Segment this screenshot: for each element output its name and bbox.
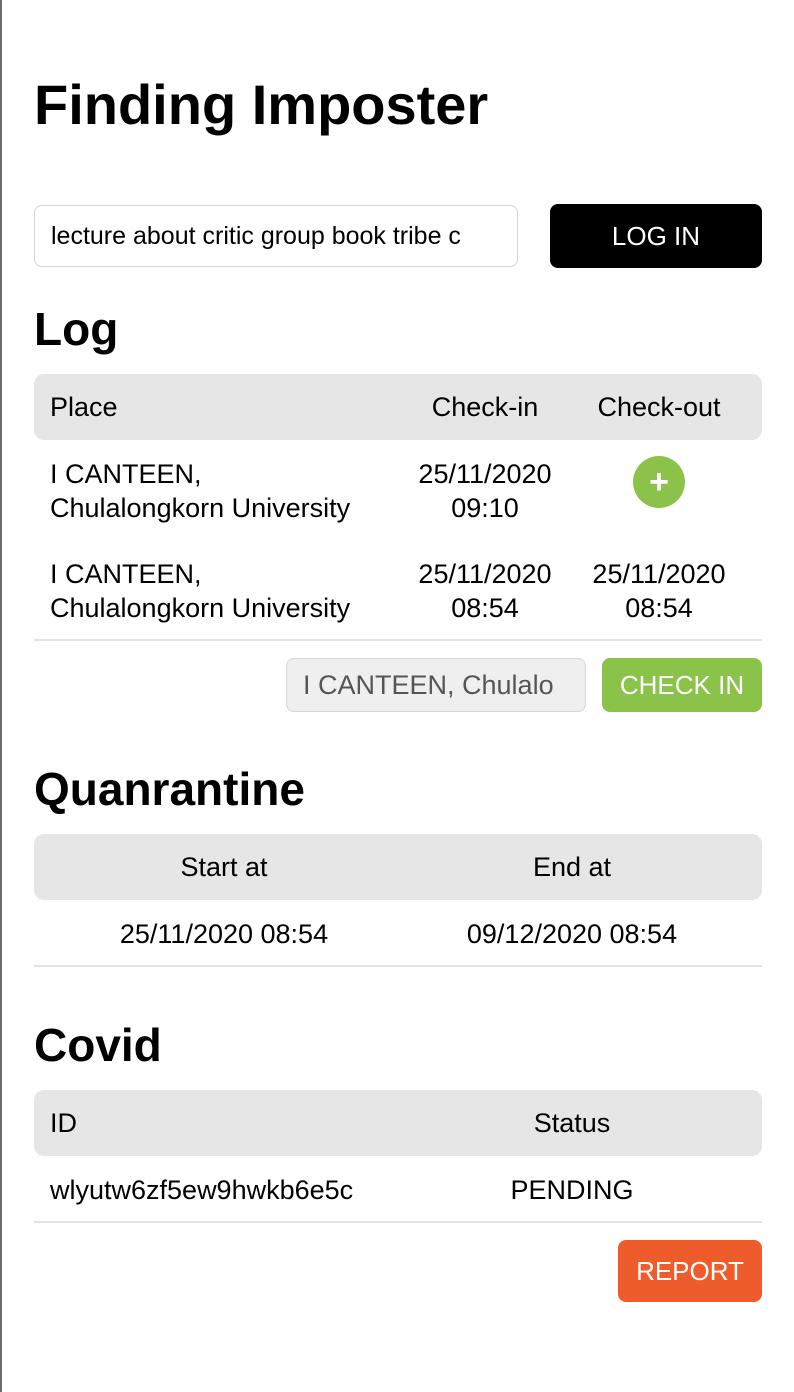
covid-status-value: PENDING: [510, 1175, 634, 1205]
login-token-input[interactable]: [34, 205, 518, 267]
quarantine-title: Quanrantine: [34, 763, 305, 815]
covid-table-header: ID Status: [34, 1090, 762, 1156]
plus-icon: +: [649, 463, 669, 501]
log-row-2-checkout-date: 25/11/2020: [592, 559, 726, 589]
log-column-place: Place: [50, 392, 118, 422]
login-button[interactable]: LOG IN: [550, 204, 762, 268]
covid-table-divider: [34, 1221, 762, 1223]
log-row-2-place-line1: I CANTEEN,: [50, 559, 202, 589]
log-row-1-checkin-time: 09:10: [451, 493, 519, 523]
add-checkout-button[interactable]: +: [633, 456, 685, 508]
quarantine-column-start: Start at: [180, 852, 268, 882]
covid-column-id: ID: [50, 1108, 77, 1138]
quarantine-table-header: Start at End at: [34, 834, 762, 900]
check-in-button[interactable]: CHECK IN: [602, 658, 762, 712]
quarantine-start-value: 25/11/2020 08:54: [119, 919, 329, 949]
covid-column-status: Status: [533, 1108, 611, 1138]
covid-id-value: wlyutw6zf5ew9hwkb6e5c: [50, 1175, 354, 1205]
log-row-1-place-line2: Chulalongkorn University: [50, 493, 351, 523]
log-row-1-checkin-date: 25/11/2020: [418, 459, 552, 489]
place-input[interactable]: [286, 658, 586, 712]
log-row-2-checkout-time: 08:54: [625, 593, 693, 623]
quarantine-end-value: 09/12/2020 08:54: [466, 919, 678, 949]
window-left-border: [0, 0, 2, 1392]
quarantine-column-end: End at: [532, 852, 612, 882]
quarantine-table-divider: [34, 965, 762, 967]
log-table-header: Place Check-in Check-out: [34, 374, 762, 440]
log-row-2-checkin-date: 25/11/2020: [418, 559, 552, 589]
log-column-checkout: Check-out: [597, 392, 721, 422]
log-row-2-place-line2: Chulalongkorn University: [50, 593, 351, 623]
covid-title: Covid: [34, 1019, 162, 1071]
page-title: Finding Imposter: [34, 73, 489, 136]
log-column-checkin: Check-in: [431, 392, 539, 422]
login-row: LOG IN: [34, 204, 762, 268]
log-title: Log: [34, 303, 119, 355]
report-button[interactable]: REPORT: [618, 1240, 762, 1302]
log-table-divider: [34, 639, 762, 641]
log-row-2-checkin-time: 08:54: [451, 593, 519, 623]
log-row-1-place-line1: I CANTEEN,: [50, 459, 202, 489]
